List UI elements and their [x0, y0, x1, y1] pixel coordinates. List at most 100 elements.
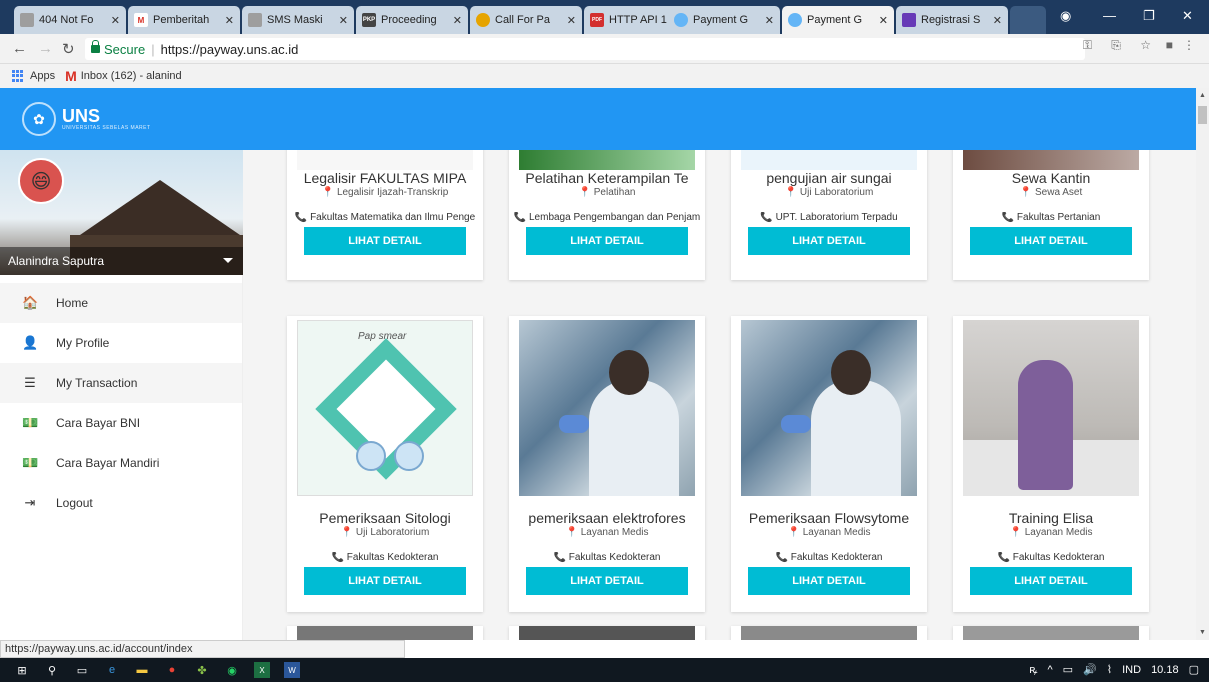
card-category: 📍 Legalisir Ijazah-Transkrip [321, 187, 449, 198]
pkp-icon: PKP [362, 13, 376, 27]
sidebar-item-label: My Profile [56, 336, 110, 350]
chrome-icon[interactable]: ● [164, 662, 180, 678]
browser-tab[interactable]: M Pemberitah ✕ [128, 6, 240, 34]
service-grid: Legalisir FAKULTAS MIPA 📍 Legalisir Ijaz… [243, 150, 1196, 640]
lihat-detail-button[interactable]: LIHAT DETAIL [304, 567, 466, 595]
list-icon: ☰ [24, 375, 36, 390]
browser-tab[interactable]: Payment G ✕ [668, 6, 780, 34]
task-view-icon[interactable]: ▭ [74, 662, 90, 678]
tab-title: 404 Not Fo [39, 14, 94, 26]
profile-icon[interactable]: ◉ [1060, 8, 1071, 24]
browser-tab[interactable]: Call For Pa ✕ [470, 6, 582, 34]
divider: | [151, 41, 155, 57]
word-icon[interactable]: W [284, 662, 300, 678]
lihat-detail-button[interactable]: LIHAT DETAIL [970, 567, 1132, 595]
uns-icon [788, 13, 802, 27]
service-card: pengujian air sungai 📍 Uji Laboratorium … [731, 150, 927, 280]
whatsapp-icon[interactable]: ◉ [224, 662, 240, 678]
lock-icon [91, 40, 100, 53]
clock[interactable]: 10.18 [1151, 664, 1179, 676]
sidebar-item-label: Home [56, 296, 89, 310]
new-tab-button[interactable] [1010, 6, 1046, 34]
volume-icon[interactable]: 🔊 [1083, 663, 1097, 676]
profile-banner: 😄 Alanindra Saputra [0, 150, 243, 275]
close-icon[interactable]: ✕ [567, 14, 576, 27]
scroll-down-icon[interactable]: ▼ [1199, 629, 1206, 636]
browser-tab[interactable]: PKP Proceeding ✕ [356, 6, 468, 34]
sidebar-item-my-profile[interactable]: 👤 My Profile [0, 323, 242, 363]
bookmark-apps[interactable]: Apps [12, 70, 55, 82]
page: ✿ UNS UNIVERSITAS SEBELAS MARET 😄 Alanin… [0, 88, 1196, 640]
sidebar-item-label: My Transaction [56, 376, 138, 390]
windows-start-icon[interactable]: ⊞ [14, 662, 30, 678]
close-icon[interactable]: ✕ [339, 14, 348, 27]
card-category-text: Pelatihan [593, 187, 636, 198]
site-logo[interactable]: ✿ UNS UNIVERSITAS SEBELAS MARET [22, 102, 151, 136]
bookmark-inbox[interactable]: M Inbox (162) - alanind [65, 68, 182, 84]
card-title: Sewa Kantin [1011, 170, 1091, 186]
browser-tab[interactable]: Registrasi S ✕ [896, 6, 1008, 34]
browser-tab[interactable]: SMS Maski ✕ [242, 6, 354, 34]
secure-indicator[interactable]: Secure [91, 40, 145, 57]
close-icon[interactable]: ✕ [879, 14, 888, 27]
uns-icon [674, 13, 688, 27]
card-category-text: Sewa Aset [1034, 187, 1083, 198]
sidebar-item-logout[interactable]: ⇥ Logout [0, 483, 242, 523]
notification-icon[interactable]: ▢ [1189, 663, 1199, 676]
lihat-detail-button[interactable]: LIHAT DETAIL [526, 227, 688, 255]
chevron-up-icon[interactable]: ^ [1047, 664, 1052, 676]
close-icon[interactable]: ✕ [111, 14, 120, 27]
browser-tab[interactable]: 404 Not Fo ✕ [14, 6, 126, 34]
wifi-icon[interactable]: ⌇ [1107, 663, 1112, 676]
sidebar-item-cara-bayar-mandiri[interactable]: 💵 Cara Bayar Mandiri [0, 443, 242, 483]
sidebar-item-cara-bayar-bni[interactable]: 💵 Cara Bayar BNI [0, 403, 242, 443]
card-category-text: Layanan Medis [802, 527, 871, 538]
back-icon[interactable]: ← [12, 40, 27, 57]
app-icon[interactable]: ✤ [194, 662, 210, 678]
key-icon[interactable]: ⚿ ⎘ ☆ [1083, 38, 1159, 53]
close-icon[interactable]: ✕ [765, 14, 774, 27]
restore-icon[interactable]: ❐ [1143, 8, 1155, 24]
browser-tab-active[interactable]: Payment G ✕ [782, 6, 894, 34]
reload-icon[interactable]: ↻ [62, 40, 75, 58]
sidebar-item-home[interactable]: 🏠 Home [0, 283, 242, 323]
lihat-detail-button[interactable]: LIHAT DETAIL [304, 227, 466, 255]
image-shape [831, 350, 871, 395]
close-icon[interactable]: ✕ [453, 14, 462, 27]
close-window-icon[interactable]: ✕ [1182, 8, 1193, 24]
sidebar-item-my-transaction[interactable]: ☰ My Transaction [0, 363, 242, 403]
card-image [297, 150, 473, 170]
page-scrollbar[interactable]: ▲ ▼ [1196, 88, 1209, 640]
url-input[interactable]: Secure | https://payway.uns.ac.id [85, 38, 1085, 60]
top-navbar: ✿ UNS UNIVERSITAS SEBELAS MARET [0, 88, 1196, 150]
folder-icon[interactable]: ▬ [134, 662, 150, 678]
lihat-detail-button[interactable]: LIHAT DETAIL [748, 227, 910, 255]
battery-icon[interactable]: ▭ [1063, 663, 1073, 676]
card-title: Pemeriksaan Sitologi [319, 510, 451, 526]
edge-icon[interactable]: e [104, 662, 120, 678]
people-icon[interactable]: ꝶ [1029, 662, 1037, 677]
close-icon[interactable]: ✕ [225, 14, 234, 27]
scroll-thumb[interactable] [1198, 106, 1207, 124]
excel-icon[interactable]: X [254, 662, 270, 678]
avatar[interactable]: 😄 [18, 158, 64, 204]
card-category: 📍 Layanan Medis [1009, 527, 1093, 538]
lihat-detail-button[interactable]: LIHAT DETAIL [526, 567, 688, 595]
language-indicator[interactable]: IND [1122, 664, 1141, 676]
search-icon[interactable]: ⚲ [44, 662, 60, 678]
close-icon[interactable]: ✕ [993, 14, 1002, 27]
menu-icon[interactable]: ⋮ [1183, 38, 1203, 52]
extension-icon[interactable]: ■ [1166, 38, 1181, 52]
card-location: 📞 Lembaga Pengembangan dan Penjam [513, 212, 701, 223]
scroll-up-icon[interactable]: ▲ [1199, 92, 1206, 99]
profile-dropdown[interactable]: Alanindra Saputra [0, 247, 243, 275]
card-location-text: Fakultas Kedokteran [1012, 552, 1105, 563]
lihat-detail-button[interactable]: LIHAT DETAIL [748, 567, 910, 595]
card-title: Training Elisa [1008, 510, 1094, 526]
card-title: Legalisir FAKULTAS MIPA [303, 170, 467, 186]
minimize-icon[interactable]: — [1103, 8, 1116, 23]
tab-title: Payment G [807, 14, 863, 26]
lihat-detail-button[interactable]: LIHAT DETAIL [970, 227, 1132, 255]
forward-icon[interactable]: → [38, 40, 53, 57]
gmail-icon: M [134, 13, 148, 27]
